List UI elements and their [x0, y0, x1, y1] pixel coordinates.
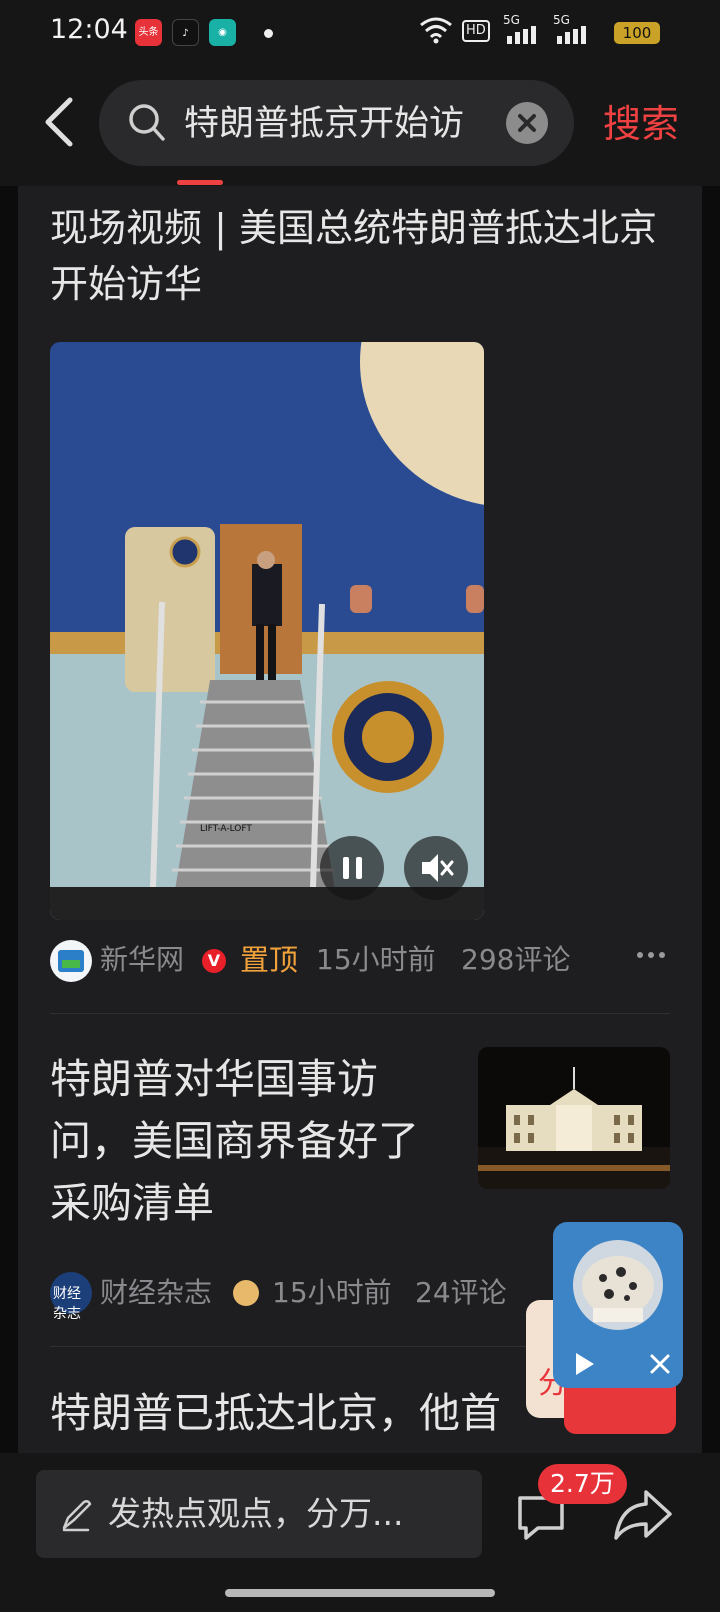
article-1-comments: 298评论 — [461, 943, 571, 976]
article-2-comments: 24评论 — [415, 1276, 507, 1309]
article-1-video[interactable]: LIFT-A-LOFT — [50, 342, 484, 920]
signal-1-icon — [507, 26, 536, 44]
floating-player-image — [573, 1240, 663, 1330]
video-frame — [50, 342, 484, 920]
certified-badge-icon — [233, 1280, 259, 1306]
divider — [50, 1013, 670, 1014]
pinned-label: 置顶 — [240, 943, 299, 977]
notification-dot — [264, 29, 273, 38]
article-2-thumbnail[interactable] — [478, 1047, 670, 1189]
clear-icon — [518, 114, 536, 132]
caijing-logo-text: 财经杂志 — [53, 1286, 81, 1322]
more-options-icon[interactable] — [636, 950, 666, 960]
right-edge — [702, 186, 720, 1453]
verified-badge: V — [202, 949, 226, 973]
message-app-icon: ◉ — [209, 19, 236, 46]
xinhua-logo — [58, 950, 84, 972]
search-icon — [129, 104, 165, 141]
caijing-avatar[interactable]: 财经杂志 — [50, 1272, 92, 1322]
white-house-image — [478, 1047, 670, 1189]
share-icon[interactable] — [612, 1486, 674, 1542]
hd-voice-icon: HD — [462, 20, 490, 42]
wifi-icon — [420, 17, 452, 44]
article-1-time: 15小时前 — [316, 943, 436, 976]
status-bar: 12:04 头条 ♪ ◉ HD 5G 5G 100 — [0, 0, 720, 64]
mute-button[interactable] — [404, 836, 468, 900]
floating-player-thumbnail[interactable] — [573, 1240, 663, 1330]
close-icon[interactable] — [648, 1352, 672, 1376]
article-1-source[interactable]: 新华网 — [100, 942, 184, 978]
clear-search-button[interactable] — [506, 102, 548, 144]
lift-a-loft-text: LIFT-A-LOFT — [200, 824, 252, 834]
battery-icon: 100 — [614, 22, 660, 44]
article-2-title[interactable]: 特朗普对华国事访问，美国商界备好了采购清单 — [50, 1048, 450, 1234]
toutiao-app-icon: 头条 — [135, 19, 162, 46]
signal-2-icon — [557, 26, 586, 44]
xinhua-avatar[interactable] — [50, 940, 92, 982]
signal-1-label: 5G — [503, 13, 520, 27]
article-2-source[interactable]: 财经杂志 — [100, 1275, 212, 1311]
comment-placeholder[interactable]: 发热点观点，分万... — [108, 1494, 403, 1534]
article-1-title[interactable]: 现场视频 | 美国总统特朗普抵达北京开始访华 — [50, 200, 670, 312]
pause-button[interactable] — [320, 836, 384, 900]
mute-icon — [422, 854, 454, 882]
search-button[interactable]: 搜索 — [603, 100, 679, 148]
left-edge — [0, 186, 18, 1453]
status-time: 12:04 — [50, 14, 128, 45]
play-icon[interactable] — [570, 1350, 598, 1378]
article-2-time: 15小时前 — [272, 1276, 392, 1309]
pen-icon — [62, 1500, 92, 1532]
pause-icon — [343, 857, 362, 879]
search-input[interactable]: 特朗普抵京开始访 — [184, 102, 478, 146]
tiktok-app-icon: ♪ — [172, 19, 199, 46]
home-indicator — [225, 1589, 495, 1597]
back-arrow-icon[interactable] — [40, 96, 80, 148]
signal-2-label: 5G — [553, 13, 570, 27]
tab-indicator — [177, 180, 223, 185]
